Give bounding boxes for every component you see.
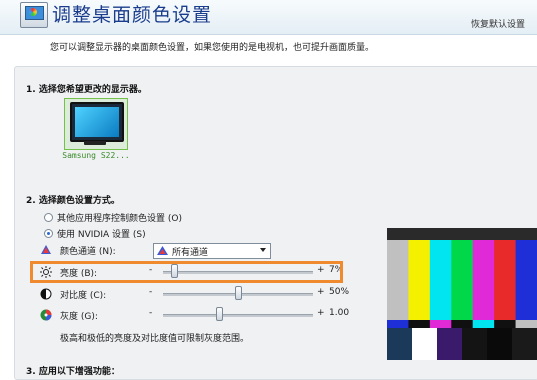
contrast-icon <box>40 288 52 300</box>
radio-nvidia-label: 使用 NVIDIA 设置 (S) <box>57 230 146 240</box>
monitor-icon <box>70 102 124 142</box>
brightness-highlight-box <box>30 261 343 283</box>
test-bar-top <box>451 240 474 320</box>
page-title: 调整桌面颜色设置 <box>52 4 213 26</box>
test-bar-middle <box>451 320 474 328</box>
test-bar-top <box>515 240 537 320</box>
test-bar-bottom <box>437 328 463 360</box>
color-test-pattern-image <box>387 228 537 360</box>
radio-button[interactable] <box>44 213 53 222</box>
gamma-value: 1.00 <box>329 308 350 318</box>
page-description: 您可以调整显示器的桌面颜色设置，如果您使用的是电视机，也可提升画面质量。 <box>50 43 375 53</box>
gamma-slider[interactable]: - + 1.00 <box>149 307 369 323</box>
gamma-row: 灰度 (G): <box>40 307 98 323</box>
test-bar-top <box>408 240 431 320</box>
test-pattern-top-strip <box>387 228 537 240</box>
test-bar-middle <box>472 320 495 328</box>
test-bar-bottom <box>462 328 488 360</box>
test-bar-middle <box>408 320 431 328</box>
chevron-down-icon <box>260 248 266 252</box>
gamma-color-icon <box>40 309 52 321</box>
section-1-heading: 1. 选择您希望更改的显示器。 <box>26 85 147 95</box>
gamma-thumb[interactable] <box>215 307 223 321</box>
radio-nvidia-settings[interactable]: 使用 NVIDIA 设置 (S) <box>44 227 146 240</box>
test-bar-top <box>472 240 495 320</box>
radio-other-apps[interactable]: 其他应用程序控制颜色设置 (O) <box>44 211 182 224</box>
monitor-label: Samsung S22... <box>62 151 130 160</box>
contrast-label: 对比度 (C): <box>60 290 107 301</box>
contrast-note: 极高和极低的亮度及对比度值可限制灰度范围。 <box>60 334 250 344</box>
restore-defaults-link[interactable]: 恢复默认设置 <box>471 17 525 30</box>
test-bar-middle <box>429 320 452 328</box>
test-bar-middle <box>387 320 409 328</box>
contrast-slider[interactable]: - + 50% <box>149 286 369 302</box>
contrast-plus: + <box>317 287 325 297</box>
test-bar-top <box>494 240 517 320</box>
header-bar: 调整桌面颜色设置 恢复默认设置 <box>0 0 537 35</box>
gamma-plus: + <box>317 308 325 318</box>
color-channel-label: 颜色通道 (N): <box>60 246 116 257</box>
test-bar-top <box>429 240 452 320</box>
gamma-track[interactable] <box>163 314 313 317</box>
section-2-heading: 2. 选择颜色设置方式。 <box>26 196 120 206</box>
contrast-thumb[interactable] <box>235 286 242 300</box>
test-bar-bottom <box>412 328 438 360</box>
contrast-row: 对比度 (C): <box>40 286 106 302</box>
section-3-heading: 3. 应用以下增强功能： <box>26 367 120 377</box>
test-bar-bottom <box>487 328 513 360</box>
monitor-tile[interactable]: Samsung S22... <box>58 98 134 162</box>
test-bar-bottom <box>512 328 537 360</box>
color-channel-dropdown[interactable]: 所有通道 <box>153 243 271 259</box>
radio-other-label: 其他应用程序控制颜色设置 (O) <box>57 214 182 224</box>
gamma-label: 灰度 (G): <box>60 311 98 322</box>
all-channels-icon <box>157 246 168 259</box>
contrast-value: 50% <box>329 287 350 297</box>
monitor-stand <box>84 141 106 145</box>
radio-button-selected[interactable] <box>44 229 53 238</box>
gamma-minus: - <box>149 308 153 318</box>
color-channel-icon <box>40 244 52 256</box>
test-bar-top <box>387 240 409 320</box>
display-settings-icon <box>20 2 48 28</box>
test-bar-middle <box>515 320 537 328</box>
color-channel-row: 颜色通道 (N): <box>40 242 116 258</box>
contrast-minus: - <box>149 287 153 297</box>
color-channel-value: 所有通道 <box>172 248 209 258</box>
test-bar-middle <box>494 320 517 328</box>
test-bar-bottom <box>387 328 413 360</box>
